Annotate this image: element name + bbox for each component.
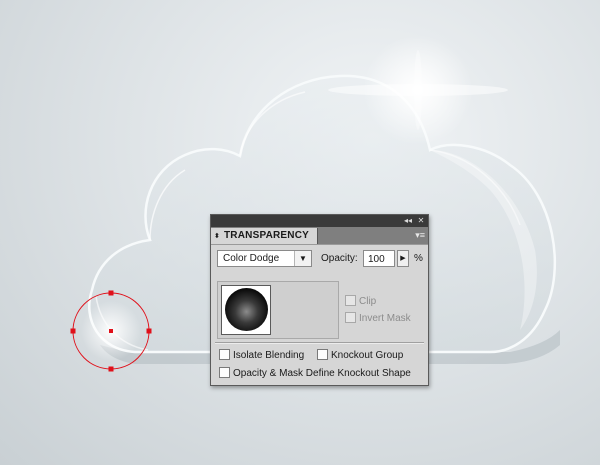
- double-chevron-icon[interactable]: ◂◂: [402, 215, 414, 227]
- clip-option[interactable]: Clip: [345, 295, 376, 307]
- object-thumbnail[interactable]: [221, 285, 271, 335]
- clip-label: Clip: [359, 296, 377, 307]
- panel-tabbar: ⬍ TRANSPARENCY ▾≡: [211, 227, 428, 245]
- selection-center-point[interactable]: [109, 329, 113, 333]
- blend-mode-select[interactable]: Color Dodge ▼: [217, 250, 312, 267]
- knockout-group-option[interactable]: Knockout Group: [317, 349, 403, 361]
- define-knockout-label: Opacity & Mask Define Knockout Shape: [233, 368, 411, 379]
- opacity-unit: %: [414, 253, 423, 264]
- panel-titlebar[interactable]: ◂◂ ✕: [211, 215, 428, 227]
- panel-divider: [215, 342, 424, 344]
- close-icon[interactable]: ✕: [415, 215, 427, 227]
- tab-label: TRANSPARENCY: [224, 230, 309, 241]
- selection-handle-left[interactable]: [70, 328, 76, 334]
- blend-mode-value: Color Dodge: [223, 253, 280, 264]
- gradient-circle-thumbnail: [225, 288, 268, 331]
- define-knockout-checkbox[interactable]: [219, 367, 230, 378]
- invert-mask-option[interactable]: Invert Mask: [345, 312, 411, 324]
- clip-checkbox[interactable]: [345, 295, 356, 306]
- blend-opacity-row: Color Dodge ▼ Opacity: ▶ %: [217, 250, 424, 268]
- opacity-input[interactable]: [363, 250, 395, 267]
- isolate-blending-label: Isolate Blending: [233, 350, 305, 361]
- tab-transparency[interactable]: ⬍ TRANSPARENCY: [211, 228, 318, 244]
- panel-menu-icon[interactable]: ▾≡: [411, 230, 425, 240]
- thumbnail-well: [217, 281, 339, 339]
- selection-handle-bottom[interactable]: [108, 366, 114, 372]
- define-knockout-option[interactable]: Opacity & Mask Define Knockout Shape: [219, 367, 411, 379]
- selection-handle-top[interactable]: [108, 290, 114, 296]
- knockout-group-label: Knockout Group: [331, 350, 404, 361]
- tab-stepper-icon: ⬍: [214, 233, 221, 240]
- knockout-group-checkbox[interactable]: [317, 349, 328, 360]
- selection-handle-right[interactable]: [146, 328, 152, 334]
- opacity-label: Opacity:: [321, 253, 358, 264]
- isolate-blending-option[interactable]: Isolate Blending: [219, 349, 304, 361]
- opacity-slider-arrow-icon[interactable]: ▶: [397, 250, 409, 267]
- transparency-panel: ◂◂ ✕ ⬍ TRANSPARENCY ▾≡ Color Dodge ▼ Opac…: [210, 214, 429, 386]
- invert-mask-label: Invert Mask: [359, 313, 411, 324]
- chevron-down-icon[interactable]: ▼: [294, 251, 311, 266]
- isolate-blending-checkbox[interactable]: [219, 349, 230, 360]
- invert-mask-checkbox[interactable]: [345, 312, 356, 323]
